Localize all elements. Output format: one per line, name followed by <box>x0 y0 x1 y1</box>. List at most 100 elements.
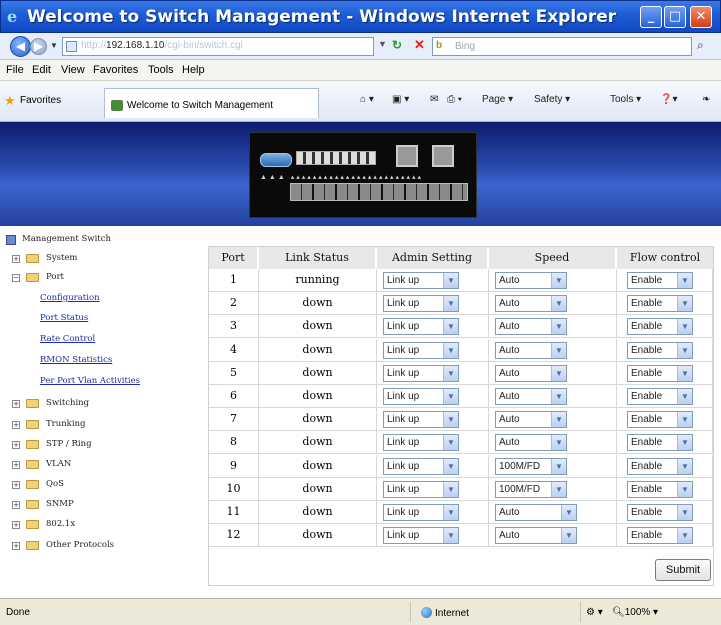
flow-control-select[interactable]: Enable ▼ <box>627 272 693 289</box>
back-button[interactable]: ◀ <box>10 36 31 57</box>
chevron-down-icon[interactable]: ▼ <box>443 342 458 358</box>
flow-control-select[interactable]: Enable ▼ <box>627 480 693 498</box>
refresh-icon[interactable]: ↻ <box>392 38 402 52</box>
submit-button[interactable]: Submit <box>655 559 711 581</box>
expand-icon[interactable]: + <box>12 461 20 469</box>
admin-setting-select[interactable]: Link up ▼ <box>383 341 459 359</box>
chevron-down-icon[interactable]: ▼ <box>677 505 692 520</box>
zoom-level[interactable]: 🔍︎100% ▾ <box>612 607 658 618</box>
forward-button[interactable]: ▶ <box>30 38 47 55</box>
chevron-down-icon[interactable]: ▼ <box>551 365 566 381</box>
chevron-down-icon[interactable]: ▼ <box>443 435 458 451</box>
chevron-down-icon[interactable]: ▼ <box>551 458 566 474</box>
search-icon[interactable]: ⌕ <box>697 38 704 53</box>
admin-setting-select[interactable]: Link up ▼ <box>383 388 459 405</box>
speed-select[interactable]: Auto ▼ <box>495 295 567 313</box>
expand-icon[interactable]: + <box>12 521 20 529</box>
flow-control-select[interactable]: Enable ▼ <box>627 364 693 382</box>
chevron-down-icon[interactable]: ▼ <box>677 528 692 544</box>
home-icon[interactable]: ⌂ ▾ <box>360 94 374 105</box>
speed-select[interactable]: Auto ▼ <box>495 388 567 405</box>
chevron-down-icon[interactable]: ▼ <box>551 342 566 358</box>
chevron-down-icon[interactable]: ▼ <box>443 412 458 428</box>
expand-icon[interactable]: + <box>12 400 20 408</box>
chevron-down-icon[interactable]: ▼ <box>677 273 692 288</box>
collapse-icon[interactable]: − <box>12 274 20 282</box>
chevron-down-icon[interactable]: ▼ <box>443 505 458 520</box>
speed-select[interactable]: Auto ▼ <box>495 527 577 545</box>
chevron-down-icon[interactable]: ▼ <box>677 342 692 358</box>
speed-select[interactable]: Auto ▼ <box>495 364 567 382</box>
admin-setting-select[interactable]: Link up ▼ <box>383 504 459 521</box>
tree-link-label[interactable]: Port Status <box>40 313 88 323</box>
expand-icon[interactable]: + <box>12 501 20 509</box>
chevron-down-icon[interactable]: ▼ <box>551 435 566 451</box>
expand-icon[interactable]: + <box>12 421 20 429</box>
menu-favorites[interactable]: Favorites <box>93 64 138 76</box>
safety-menu[interactable]: Safety ▾ <box>534 94 570 105</box>
chevron-down-icon[interactable]: ▼ <box>677 296 692 312</box>
favorites-star-icon[interactable]: ★ <box>4 93 16 109</box>
tree-link-label[interactable]: RMON Statistics <box>40 355 112 365</box>
speed-select[interactable]: Auto ▼ <box>495 341 567 359</box>
tools-menu[interactable]: Tools ▾ <box>610 94 641 105</box>
admin-setting-select[interactable]: Link up ▼ <box>383 457 459 475</box>
expand-icon[interactable]: + <box>12 481 20 489</box>
menu-edit[interactable]: Edit <box>32 64 51 76</box>
expand-icon[interactable]: + <box>12 255 20 263</box>
help-icon[interactable]: ❓▾ <box>660 94 677 105</box>
url-dropdown-icon[interactable]: ▼ <box>378 39 387 49</box>
admin-setting-select[interactable]: Link up ▼ <box>383 295 459 313</box>
admin-setting-select[interactable]: Link up ▼ <box>383 527 459 545</box>
flow-control-select[interactable]: Enable ▼ <box>627 504 693 521</box>
speed-select[interactable]: Auto ▼ <box>495 318 567 336</box>
tree-link-label[interactable]: Per Port Vlan Activities <box>40 376 140 386</box>
flow-control-select[interactable]: Enable ▼ <box>627 411 693 429</box>
chevron-down-icon[interactable]: ▼ <box>677 458 692 474</box>
chevron-down-icon[interactable]: ▼ <box>561 505 576 520</box>
chevron-down-icon[interactable]: ▼ <box>551 412 566 428</box>
tree-link-label[interactable]: Configuration <box>40 293 100 303</box>
history-dropdown-icon[interactable]: ▼ <box>50 41 58 50</box>
chevron-down-icon[interactable]: ▼ <box>443 365 458 381</box>
mail-icon[interactable]: ✉ <box>430 94 438 105</box>
maximize-button[interactable]: □ <box>664 6 686 28</box>
security-zone[interactable]: Internet <box>421 607 469 619</box>
favorites-button[interactable]: Favorites <box>20 95 61 106</box>
admin-setting-select[interactable]: Link up ▼ <box>383 364 459 382</box>
flow-control-select[interactable]: Enable ▼ <box>627 388 693 405</box>
menu-tools[interactable]: Tools <box>148 64 174 76</box>
minimize-button[interactable]: _ <box>640 6 662 28</box>
chevron-down-icon[interactable]: ▼ <box>551 319 566 335</box>
flow-control-select[interactable]: Enable ▼ <box>627 434 693 452</box>
expand-icon[interactable]: + <box>12 542 20 550</box>
flow-control-select[interactable]: Enable ▼ <box>627 457 693 475</box>
chevron-down-icon[interactable]: ▼ <box>551 296 566 312</box>
admin-setting-select[interactable]: Link up ▼ <box>383 411 459 429</box>
print-icon[interactable]: ⎙ ▾ <box>447 94 462 105</box>
chevron-down-icon[interactable]: ▼ <box>551 273 566 288</box>
chevron-down-icon[interactable]: ▼ <box>677 319 692 335</box>
speed-select[interactable]: 100M/FD ▼ <box>495 457 567 475</box>
stop-icon[interactable]: ✕ <box>414 37 425 53</box>
chevron-down-icon[interactable]: ▼ <box>443 458 458 474</box>
admin-setting-select[interactable]: Link up ▼ <box>383 434 459 452</box>
chevron-down-icon[interactable]: ▼ <box>443 389 458 404</box>
flow-control-select[interactable]: Enable ▼ <box>627 341 693 359</box>
feeds-icon[interactable]: ▣ ▾ <box>392 94 409 105</box>
chevron-down-icon[interactable]: ▼ <box>443 528 458 544</box>
research-icon[interactable]: ❧ <box>702 94 710 105</box>
chevron-down-icon[interactable]: ▼ <box>551 481 566 497</box>
page-menu[interactable]: Page ▾ <box>482 94 513 105</box>
menu-view[interactable]: View <box>61 64 85 76</box>
menu-file[interactable]: File <box>6 64 24 76</box>
url-input[interactable]: http://192.168.1.10/cgi-bin/switch.cgi <box>62 37 374 56</box>
chevron-down-icon[interactable]: ▼ <box>443 319 458 335</box>
flow-control-select[interactable]: Enable ▼ <box>627 295 693 313</box>
protected-mode-icon[interactable]: ⚙ ▾ <box>586 607 603 618</box>
chevron-down-icon[interactable]: ▼ <box>551 389 566 404</box>
admin-setting-select[interactable]: Link up ▼ <box>383 480 459 498</box>
flow-control-select[interactable]: Enable ▼ <box>627 318 693 336</box>
speed-select[interactable]: Auto ▼ <box>495 504 577 521</box>
search-input[interactable]: b Bing <box>432 37 692 56</box>
